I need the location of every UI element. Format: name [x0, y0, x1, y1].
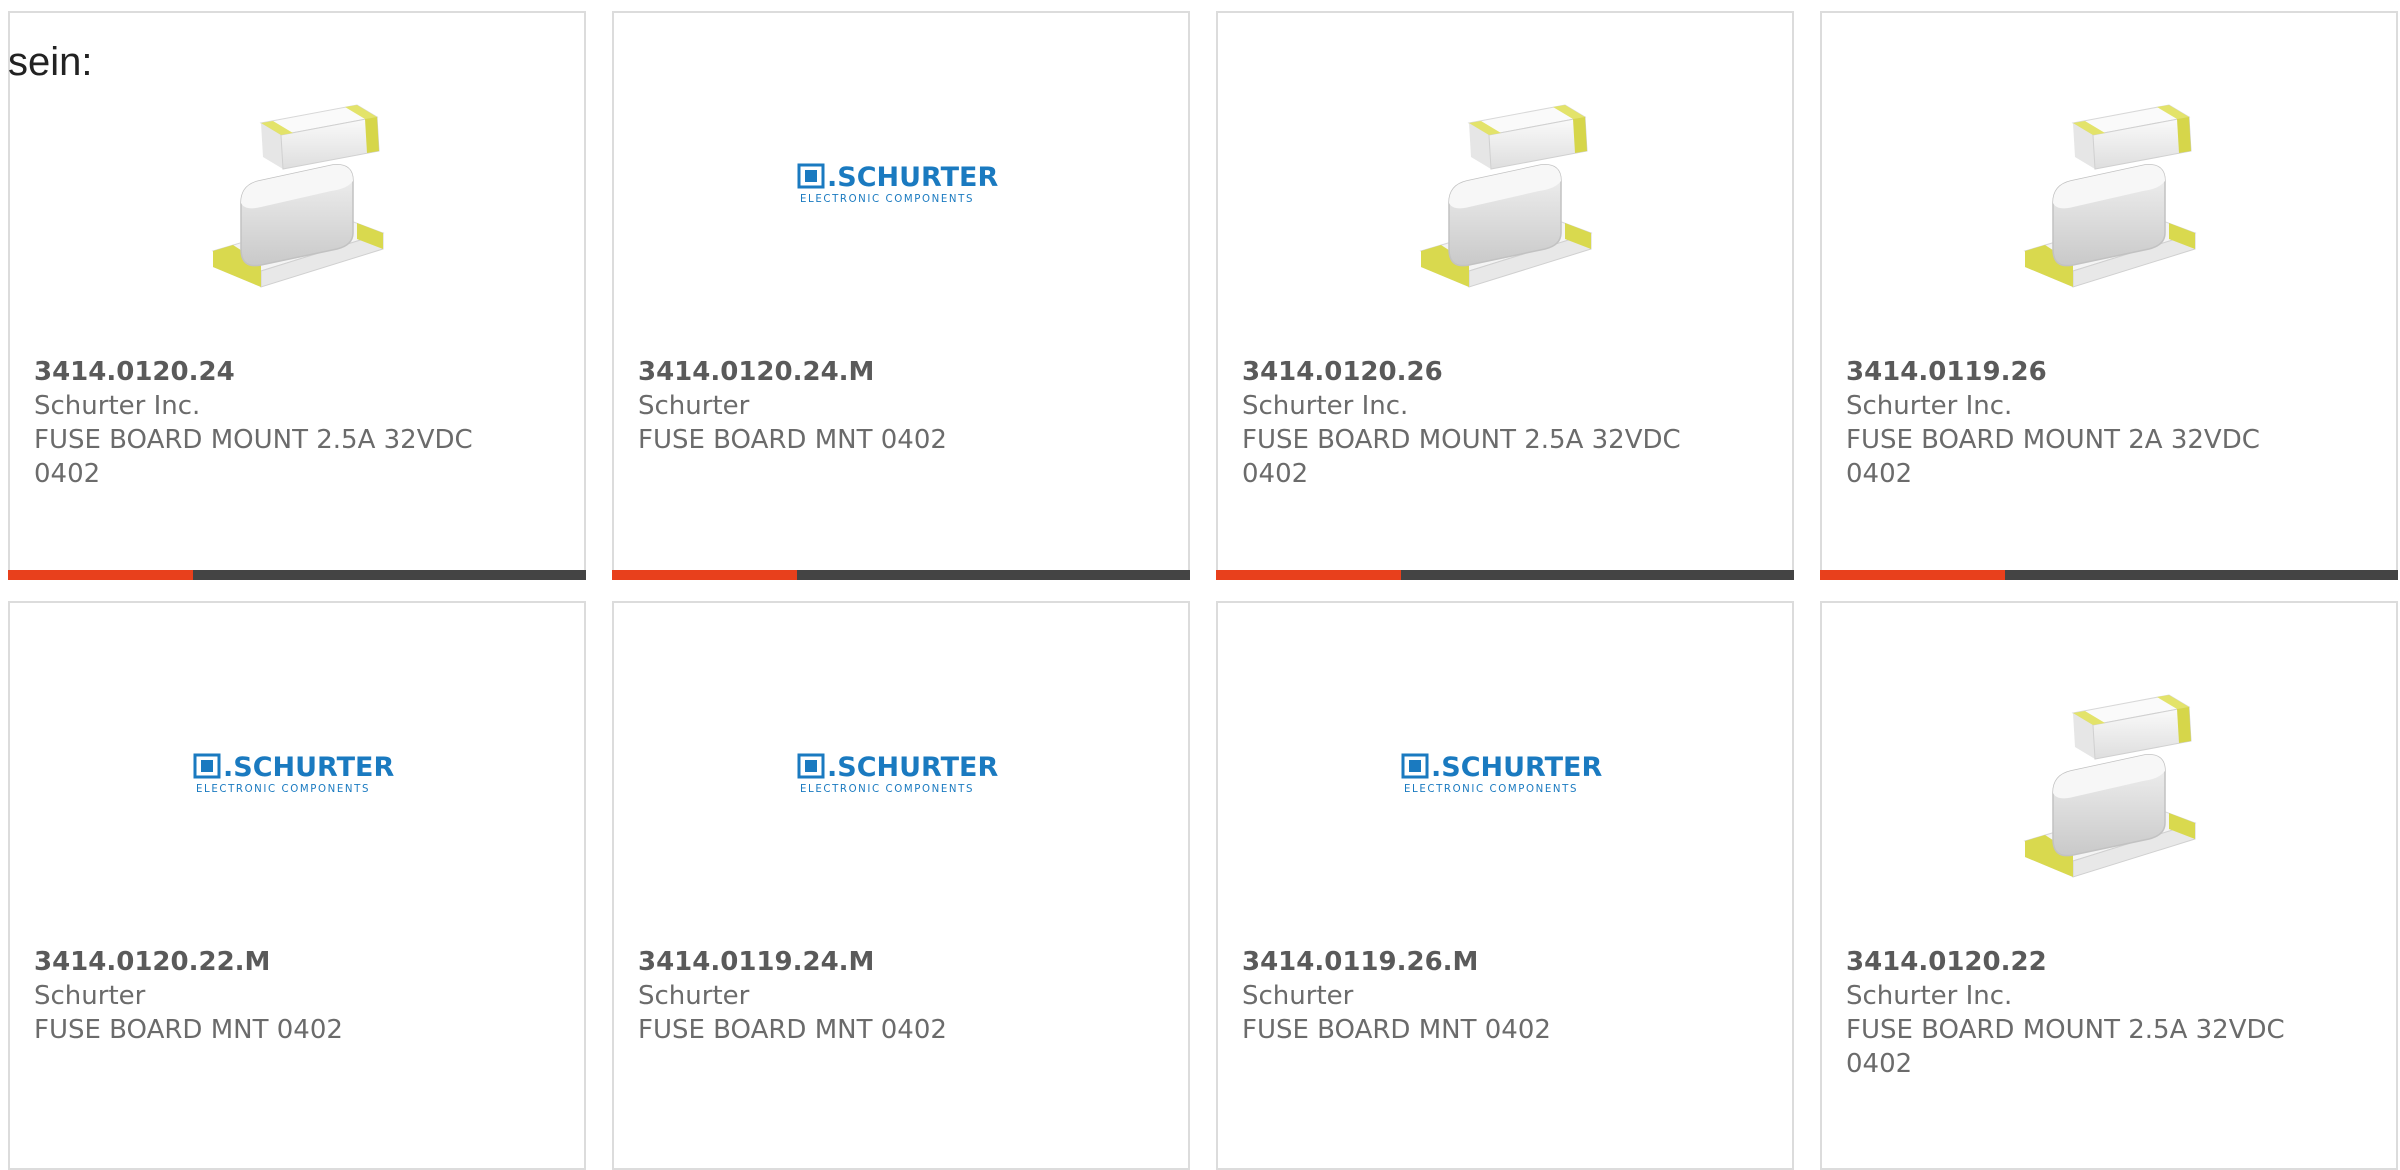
description: FUSE BOARD MOUNT 2A 32VDC [1846, 425, 2260, 455]
product-card[interactable]: 3414.0120.24 Schurter Inc. FUSE BOARD MO… [8, 11, 586, 580]
product-card[interactable]: .SCHURTER ELECTRONIC COMPONENTS 3414.011… [1216, 601, 1794, 1170]
description: FUSE BOARD MOUNT 2.5A 32VDC [1846, 1015, 2285, 1045]
manufacturer: Schurter Inc. [1846, 981, 2013, 1011]
logo-tagline: ELECTRONIC COMPONENTS [196, 784, 370, 795]
part-number[interactable]: 3414.0120.22 [1846, 945, 2306, 979]
manufacturer: Schurter Inc. [34, 391, 201, 421]
manufacturer: Schurter Inc. [1242, 391, 1409, 421]
manufacturer: Schurter Inc. [1846, 391, 2013, 421]
intro-text: sein: [8, 40, 93, 84]
manufacturer: Schurter [34, 981, 146, 1011]
logo-wordmark: .SCHURTER [223, 752, 394, 783]
progress-bar-fill [1216, 570, 1401, 580]
fuse-product-image [211, 104, 385, 288]
logo-tagline: ELECTRONIC COMPONENTS [800, 194, 974, 205]
part-number[interactable]: 3414.0120.26 [1242, 355, 1702, 389]
description-cont: 0402 [1846, 1049, 1913, 1079]
product-grid: 3414.0120.24 Schurter Inc. FUSE BOARD MO… [8, 11, 2398, 1170]
description-cont: 0402 [1242, 459, 1309, 489]
part-number[interactable]: 3414.0119.26 [1846, 355, 2306, 389]
fuse-product-image [1419, 104, 1593, 288]
description: FUSE BOARD MOUNT 2.5A 32VDC [34, 425, 473, 455]
fuse-product-image [2023, 104, 2197, 288]
product-image-area [1822, 675, 2396, 895]
part-number[interactable]: 3414.0120.24 [34, 355, 494, 389]
product-info: 3414.0120.24.M Schurter FUSE BOARD MNT 0… [638, 355, 1098, 457]
product-image-area: .SCHURTER ELECTRONIC COMPONENTS [614, 85, 1188, 305]
product-card[interactable]: 3414.0119.26 Schurter Inc. FUSE BOARD MO… [1820, 11, 2398, 580]
logo-wordmark: .SCHURTER [827, 752, 998, 783]
description: FUSE BOARD MNT 0402 [1242, 1015, 1551, 1045]
logo-tagline: ELECTRONIC COMPONENTS [800, 784, 974, 795]
progress-bar [1820, 570, 2398, 580]
part-number[interactable]: 3414.0120.24.M [638, 355, 1098, 389]
logo-wordmark: .SCHURTER [1431, 752, 1602, 783]
product-image-area: .SCHURTER ELECTRONIC COMPONENTS [614, 675, 1188, 895]
part-number[interactable]: 3414.0119.24.M [638, 945, 1098, 979]
product-card[interactable]: .SCHURTER ELECTRONIC COMPONENTS 3414.011… [612, 601, 1190, 1170]
product-info: 3414.0119.24.M Schurter FUSE BOARD MNT 0… [638, 945, 1098, 1047]
product-info: 3414.0119.26.M Schurter FUSE BOARD MNT 0… [1242, 945, 1702, 1047]
product-info: 3414.0120.22 Schurter Inc. FUSE BOARD MO… [1846, 945, 2306, 1081]
product-image-area: .SCHURTER ELECTRONIC COMPONENTS [10, 675, 584, 895]
product-card[interactable]: .SCHURTER ELECTRONIC COMPONENTS 3414.012… [612, 11, 1190, 580]
part-number[interactable]: 3414.0119.26.M [1242, 945, 1702, 979]
product-image-area: .SCHURTER ELECTRONIC COMPONENTS [1218, 675, 1792, 895]
manufacturer: Schurter [638, 391, 750, 421]
progress-bar [1216, 570, 1794, 580]
description: FUSE BOARD MOUNT 2.5A 32VDC [1242, 425, 1681, 455]
product-info: 3414.0120.24 Schurter Inc. FUSE BOARD MO… [34, 355, 494, 491]
description-cont: 0402 [1846, 459, 1913, 489]
schurter-logo: .SCHURTER ELECTRONIC COMPONENTS [797, 162, 998, 205]
description: FUSE BOARD MNT 0402 [638, 1015, 947, 1045]
manufacturer: Schurter [638, 981, 750, 1011]
product-info: 3414.0119.26 Schurter Inc. FUSE BOARD MO… [1846, 355, 2306, 491]
fuse-product-image [2023, 694, 2197, 878]
description-cont: 0402 [34, 459, 101, 489]
product-card[interactable]: 3414.0120.26 Schurter Inc. FUSE BOARD MO… [1216, 11, 1794, 580]
logo-wordmark: .SCHURTER [827, 162, 998, 193]
product-info: 3414.0120.26 Schurter Inc. FUSE BOARD MO… [1242, 355, 1702, 491]
schurter-logo: .SCHURTER ELECTRONIC COMPONENTS [797, 752, 998, 795]
manufacturer: Schurter [1242, 981, 1354, 1011]
progress-bar-fill [8, 570, 193, 580]
product-image-area [10, 85, 584, 305]
product-card[interactable]: 3414.0120.22 Schurter Inc. FUSE BOARD MO… [1820, 601, 2398, 1170]
product-info: 3414.0120.22.M Schurter FUSE BOARD MNT 0… [34, 945, 494, 1047]
product-card[interactable]: .SCHURTER ELECTRONIC COMPONENTS 3414.012… [8, 601, 586, 1170]
schurter-logo: .SCHURTER ELECTRONIC COMPONENTS [193, 752, 394, 795]
progress-bar [612, 570, 1190, 580]
progress-bar-fill [612, 570, 797, 580]
progress-bar-fill [1820, 570, 2005, 580]
schurter-logo: .SCHURTER ELECTRONIC COMPONENTS [1401, 752, 1602, 795]
logo-tagline: ELECTRONIC COMPONENTS [1404, 784, 1578, 795]
product-image-area [1218, 85, 1792, 305]
part-number[interactable]: 3414.0120.22.M [34, 945, 494, 979]
progress-bar [8, 570, 586, 580]
description: FUSE BOARD MNT 0402 [34, 1015, 343, 1045]
description: FUSE BOARD MNT 0402 [638, 425, 947, 455]
product-image-area [1822, 85, 2396, 305]
